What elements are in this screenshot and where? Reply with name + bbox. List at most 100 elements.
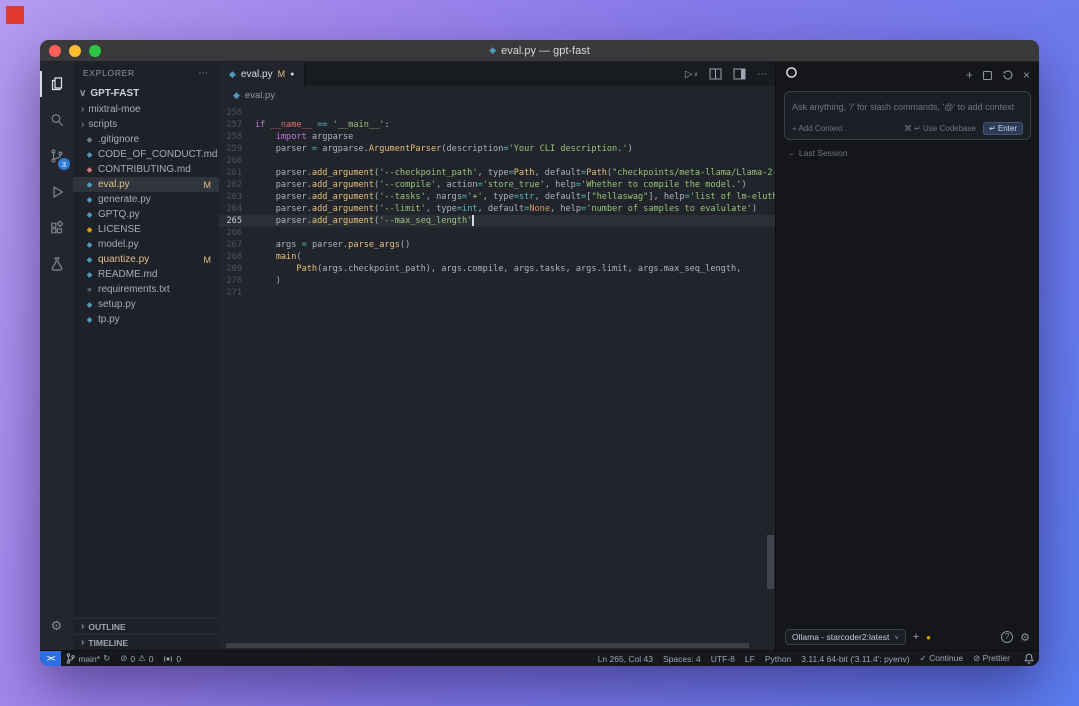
search-icon [49,112,65,128]
status-item[interactable]: 3.11.4 64-bit ('3.11.4': pyenv) [796,654,914,664]
file-item-LICENSE[interactable]: ◆LICENSE [73,222,219,237]
activity-search[interactable] [40,102,73,138]
file-item-model.py[interactable]: ◆model.py [73,237,219,252]
model-selector[interactable]: Ollama - starcoder2:latest ∨ [785,629,906,645]
code-line-265[interactable]: 265 parser.add_argument('--max_seq_lengt… [219,215,775,227]
problems-status[interactable]: ⊘ 0 ⚠ 0 [115,653,158,664]
pin-panel-icon[interactable] [982,70,993,81]
file-item-scripts[interactable]: ›scripts [73,117,219,132]
code-line-269[interactable]: 269 Path(args.checkpoint_path), args.com… [219,263,775,275]
file-item-generate.py[interactable]: ◆generate.py [73,192,219,207]
file-item-setup.py[interactable]: ◆ setup.py [73,297,219,312]
line-number: 260 [219,155,255,167]
split-editor-icon[interactable] [709,68,722,80]
history-icon[interactable] [1002,69,1014,81]
remote-indicator[interactable]: >< [40,651,61,667]
file-item-requirements.txt[interactable]: ≡requirements.txt [73,282,219,297]
line-number: 265 [219,215,255,227]
breadcrumb[interactable]: ◆ eval.py [219,86,775,104]
file-type-icon: ◆ [85,165,94,174]
window-title: ◆ eval.py — gpt-fast [489,45,590,57]
assistant-settings-icon[interactable]: ⚙ [1020,631,1030,644]
file-item-tp.py[interactable]: ◆tp.py [73,312,219,327]
use-codebase-hint[interactable]: ⌘ ↵ Use Codebase [904,124,976,133]
code-text [255,107,775,119]
workspace-root-folder[interactable]: ∨ GPT-FAST [73,84,219,102]
settings-gear-button[interactable]: ⚙ [40,608,73,644]
file-item-quantize.py[interactable]: ◆quantize.pyM [73,252,219,267]
code-text: import argparse [255,131,775,143]
add-context-button[interactable]: + Add Context [792,124,842,133]
file-item-mixtral-moe[interactable]: ›mixtral-moe [73,102,219,117]
close-window-button[interactable] [49,45,61,57]
run-python-file-button[interactable]: ▷∨ [685,69,698,80]
code-line-260[interactable]: 260 [219,155,775,167]
status-item[interactable]: ⊘ Prettier [968,653,1015,664]
outline-section[interactable]: › OUTLINE [73,618,219,634]
activity-extensions[interactable] [40,210,73,246]
code-text: parser.add_argument('--checkpoint_path',… [255,167,775,179]
last-session-link[interactable]: ← Last Session [776,140,1039,166]
toggle-layout-icon[interactable] [733,68,746,80]
status-item[interactable]: Spaces: 4 [658,654,706,664]
file-item-README.md[interactable]: ◆README.md [73,267,219,282]
sidebar-more-actions-icon[interactable]: ⋯ [198,68,209,79]
code-line-270[interactable]: 270 ) [219,275,775,287]
minimize-window-button[interactable] [69,45,81,57]
line-number: 259 [219,143,255,155]
enter-button[interactable]: ↵ Enter [983,122,1023,135]
code-line-264[interactable]: 264 parser.add_argument('--limit', type=… [219,203,775,215]
more-actions-icon[interactable]: ⋯ [757,69,767,80]
horizontal-scrollbar[interactable] [226,643,749,648]
code-line-263[interactable]: 263 parser.add_argument('--tasks', nargs… [219,191,775,203]
ports-status[interactable]: 0 [158,654,186,664]
line-number: 266 [219,227,255,239]
zoom-window-button[interactable] [89,45,101,57]
code-line-268[interactable]: 268 main( [219,251,775,263]
line-number: 264 [219,203,255,215]
new-session-icon[interactable]: + [966,69,973,81]
code-line-267[interactable]: 267 args = parser.parse_args() [219,239,775,251]
help-icon[interactable]: ? [1001,631,1013,643]
file-type-icon: ◆ [85,225,94,234]
code-line-259[interactable]: 259 parser = argparse.ArgumentParser(des… [219,143,775,155]
file-type-icon: ◆ [85,300,94,309]
code-line-256[interactable]: 256 [219,107,775,119]
status-item[interactable]: Ln 265, Col 43 [593,654,658,664]
activity-explorer[interactable] [40,66,73,102]
assistant-prompt-input[interactable] [792,102,1023,112]
line-number: 269 [219,263,255,275]
status-item[interactable]: LF [740,654,760,664]
scm-badge: 3 [58,158,70,170]
code-line-262[interactable]: 262 parser.add_argument('--compile', act… [219,179,775,191]
code-line-257[interactable]: 257if __name__ == '__main__': [219,119,775,131]
git-branch-status[interactable]: main* ↻ [61,653,115,664]
status-item[interactable]: ✓ Continue [915,653,969,664]
activity-run-debug[interactable] [40,174,73,210]
activity-testing[interactable] [40,246,73,282]
file-item-eval.py[interactable]: ◆eval.pyM [73,177,219,192]
status-item[interactable]: Python [760,654,796,664]
code-area[interactable]: 256257if __name__ == '__main__':258 impo… [219,104,775,650]
code-line-271[interactable]: 271 [219,287,775,299]
assistant-logo-icon [785,66,798,84]
file-label: setup.py [98,299,136,310]
dirty-indicator-icon[interactable]: ● [290,71,294,78]
status-item[interactable]: UTF-8 [706,654,740,664]
tab-eval-py[interactable]: ◆ eval.py M ● [219,62,305,86]
file-item-.gitignore[interactable]: ◆.gitignore [73,132,219,147]
activity-source-control[interactable]: 3 [40,138,73,174]
vertical-scrollbar[interactable] [767,535,774,589]
desktop: ◆ eval.py — gpt-fast [0,0,1079,706]
code-line-261[interactable]: 261 parser.add_argument('--checkpoint_pa… [219,167,775,179]
code-line-266[interactable]: 266 [219,227,775,239]
close-panel-icon[interactable]: × [1023,69,1030,81]
notifications-bell-icon[interactable] [1019,653,1039,664]
file-item-CONTRIBUTING.md[interactable]: ◆CONTRIBUTING.md [73,162,219,177]
timeline-section[interactable]: › TIMELINE [73,634,219,650]
file-item-GPTQ.py[interactable]: ◆GPTQ.py [73,207,219,222]
code-line-258[interactable]: 258 import argparse [219,131,775,143]
add-model-button[interactable]: + [913,631,919,643]
chevron-right-icon: › [81,621,84,632]
file-item-CODE_OF_CONDUCT.md[interactable]: ◆CODE_OF_CONDUCT.md [73,147,219,162]
